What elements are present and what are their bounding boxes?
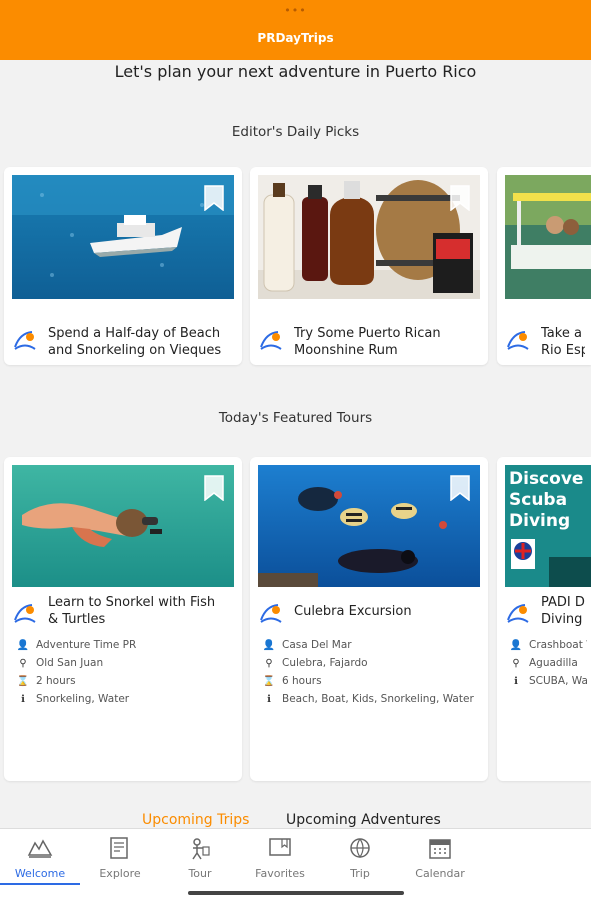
tour-logo-icon [260,331,282,350]
tour-tags: ℹ SCUBA, Wat [509,672,587,690]
nav-calendar[interactable]: Calendar [400,829,480,889]
app-header: ••• PRDayTrips [0,0,591,60]
tour-location: ⚲ Old San Juan [16,654,238,672]
hourglass-icon: ⌛ [262,676,276,687]
nav-tour[interactable]: Tour [160,829,240,889]
tour-card-title: Learn to Snorkel with Fish & Turtles [48,595,216,627]
river-boat-image [505,175,591,299]
info-icon: ℹ [267,694,271,705]
nav-favorites[interactable]: Favorites [240,829,320,889]
nav-label: Welcome [14,867,66,880]
header-dots: ••• [284,4,307,17]
tour-card-title: Culebra Excursion [294,604,412,619]
bottom-nav: Welcome Explore Tour Favorites Trip Cale… [0,828,591,900]
snorkel-image [12,465,234,587]
home-indicator[interactable] [188,891,404,895]
favorites-icon [269,838,291,856]
bookmark-icon[interactable] [450,185,470,211]
pick-card-title: Try Some Puerto Rican Moonshine Rum [294,326,441,358]
moonshine-rum-image [258,175,480,299]
nav-explore[interactable]: Explore [80,829,160,889]
calendar-icon [429,839,451,859]
tour-card-culebra[interactable]: Culebra Excursion 👤 Casa Del Mar ⚲ Culebra… [250,457,488,781]
app-title: PRDayTrips [257,31,334,45]
nav-label: Explore [99,867,141,880]
tour-tags: ℹ Snorkeling, Water [16,690,238,708]
tour-operator: 👤 Adventure Time PR [16,636,238,654]
nav-welcome[interactable]: Welcome [0,829,80,889]
bookmark-icon[interactable] [204,185,224,211]
info-icon: ℹ [21,694,25,705]
nav-label: Tour [188,867,212,880]
tour-location: ⚲ Aguadilla [509,654,587,672]
welcome-icon [27,839,53,858]
explore-icon [110,837,128,859]
location-pin-icon: ⚲ [512,658,520,669]
tour-tags: ℹ Beach, Boat, Kids, Snorkeling, Water [262,690,484,708]
tour-card-title: PADI Di Diving A [541,595,585,627]
tour-logo-icon [507,604,529,623]
person-icon: 👤 [16,640,30,651]
active-tab-indicator [0,883,80,885]
tour-logo-icon [14,331,36,350]
hourglass-icon: ⌛ [16,676,30,687]
info-icon: ℹ [514,676,518,687]
tour-icon [192,838,210,860]
vieques-boat-image [12,175,234,299]
culebra-dive-image [258,465,480,587]
image-text-line: Discove [509,469,584,489]
pick-card-moonshine[interactable]: Try Some Puerto Rican Moonshine Rum [250,167,488,365]
tour-card-padi[interactable]: Discove Scuba Diving PADI Di Diving A 👤C… [497,457,591,781]
pick-card-rio[interactable]: Take a R Rio Esp [497,167,591,365]
pick-card-vieques[interactable]: Spend a Half-day of Beach and Snorkeling… [4,167,242,365]
tour-location: ⚲ Culebra, Fajardo [262,654,484,672]
tour-logo-icon [507,331,529,350]
pick-card-title: Spend a Half-day of Beach and Snorkeling… [48,326,222,358]
padi-logo-icon [511,539,591,587]
nav-label: Trip [350,867,370,880]
image-text-line: Diving [509,511,571,531]
tour-operator: 👤 Casa Del Mar [262,636,484,654]
location-pin-icon: ⚲ [19,658,27,669]
tagline: Let's plan your next adventure in Puerto… [114,62,477,81]
bookmark-icon[interactable] [204,475,224,501]
bookmark-icon[interactable] [450,475,470,501]
tab-upcoming-adventures[interactable]: Upcoming Adventures [286,812,441,828]
tab-upcoming-trips[interactable]: Upcoming Trips [142,812,249,828]
pick-card-title: Take a R Rio Esp [541,326,585,358]
tour-logo-icon [14,604,36,623]
tour-card-snorkel[interactable]: Learn to Snorkel with Fish & Turtles 👤 Ad… [4,457,242,781]
nav-label: Favorites [255,867,305,880]
editors-picks-title: Editor's Daily Picks [231,124,360,140]
featured-tours-title: Today's Featured Tours [218,410,373,426]
tour-duration: ⌛ 2 hours [16,672,238,690]
padi-scuba-image: Discove Scuba Diving [505,465,591,587]
person-icon: 👤 [262,640,276,651]
nav-label: Calendar [415,867,465,880]
tour-logo-icon [260,604,282,623]
trip-icon [350,838,370,859]
image-text-line: Scuba [509,490,568,510]
tour-operator: 👤Crashboat W [509,636,587,654]
nav-trip[interactable]: Trip [320,829,400,889]
person-icon: 👤 [509,640,523,651]
tour-duration: ⌛ 6 hours [262,672,484,690]
location-pin-icon: ⚲ [265,658,273,669]
